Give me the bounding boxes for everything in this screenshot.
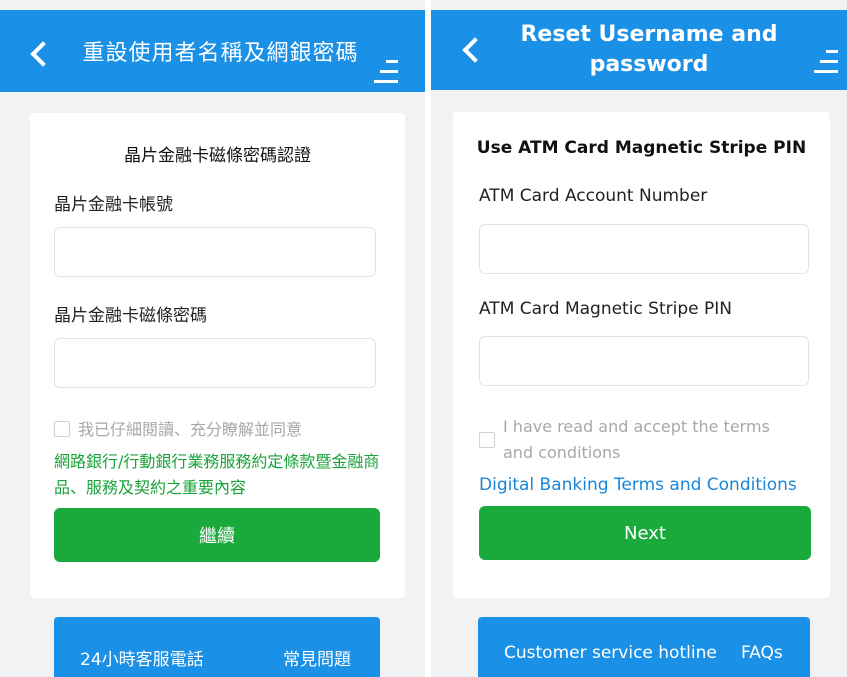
page-title: 重設使用者名稱及網銀密碼 <box>82 41 359 66</box>
screen-chinese: 重設使用者名稱及網銀密碼 晶片金融卡磁條密碼認證 晶片金融卡帳號 晶片金融卡磁條… <box>0 0 425 677</box>
pin-input[interactable] <box>54 338 376 388</box>
back-chevron-icon[interactable] <box>462 37 488 63</box>
screen-english: Reset Username and password Use ATM Card… <box>431 0 847 677</box>
form-title: Use ATM Card Magnetic Stripe PIN <box>476 138 807 158</box>
faq-link[interactable]: 常見問題 <box>283 645 351 670</box>
page-title: Reset Username and password <box>520 22 778 77</box>
agree-text: 我已仔細閱讀、充分瞭解並同意 <box>78 420 303 439</box>
account-number-label: ATM Card Account Number <box>479 186 708 206</box>
account-number-input[interactable] <box>479 224 809 274</box>
faq-link[interactable]: FAQs <box>741 643 783 663</box>
footer-bar: Customer service hotline FAQs <box>478 617 810 677</box>
hotline-link[interactable]: Customer service hotline <box>504 643 717 663</box>
agree-text: I have read and accept the terms and con… <box>503 417 770 462</box>
menu-icon[interactable] <box>814 50 838 74</box>
agree-checkbox[interactable] <box>54 421 70 437</box>
header-bar: 重設使用者名稱及網銀密碼 <box>0 10 425 92</box>
account-number-input[interactable] <box>54 227 376 277</box>
form-card: 晶片金融卡磁條密碼認證 晶片金融卡帳號 晶片金融卡磁條密碼 我已仔細閱讀、充分瞭… <box>30 113 405 598</box>
pin-label: ATM Card Magnetic Stripe PIN <box>479 299 732 319</box>
header-bar: Reset Username and password <box>431 10 847 90</box>
terms-link[interactable]: 網路銀行/行動銀行業務服務約定條款暨金融商品、服務及契約之重要內容 <box>54 449 384 501</box>
agree-checkbox[interactable] <box>479 432 495 448</box>
pin-input[interactable] <box>479 336 809 386</box>
pin-label: 晶片金融卡磁條密碼 <box>54 306 207 326</box>
form-title: 晶片金融卡磁條密碼認證 <box>124 146 311 166</box>
back-chevron-icon[interactable] <box>30 41 56 67</box>
continue-button[interactable]: 繼續 <box>54 508 380 562</box>
footer-bar: 24小時客服電話 常見問題 <box>54 617 380 677</box>
account-number-label: 晶片金融卡帳號 <box>54 195 173 215</box>
menu-icon[interactable] <box>374 60 398 84</box>
next-button[interactable]: Next <box>479 506 811 560</box>
hotline-link[interactable]: 24小時客服電話 <box>80 645 204 670</box>
terms-link[interactable]: Digital Banking Terms and Conditions <box>479 472 797 498</box>
form-card: Use ATM Card Magnetic Stripe PIN ATM Car… <box>453 112 830 598</box>
